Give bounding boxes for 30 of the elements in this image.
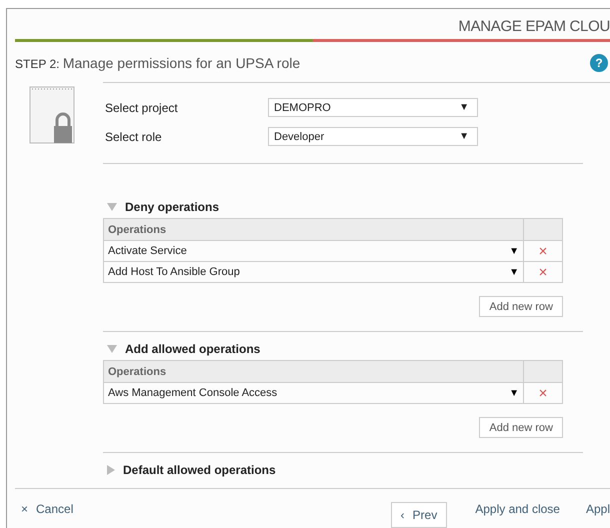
select-field[interactable]: Developer ▼ xyxy=(268,127,478,146)
add-row-button[interactable]: Add new row xyxy=(479,417,563,438)
section-title[interactable]: Add allowed operations xyxy=(125,342,260,356)
expand-icon[interactable] xyxy=(107,465,115,475)
column-header: Operations xyxy=(104,218,524,240)
add-row-button[interactable]: Add new row xyxy=(479,296,563,317)
remove-icon[interactable]: × xyxy=(538,242,548,260)
apply-and-close-link[interactable]: Apply and close xyxy=(475,502,560,516)
operation-select[interactable]: Add Host To Ansible Group ▼ xyxy=(104,262,524,282)
dropdown-arrow-icon: ▼ xyxy=(509,246,519,256)
prev-button[interactable]: ‹ Prev xyxy=(390,502,448,528)
dropdown-arrow-icon: ▼ xyxy=(509,388,519,398)
operation-select[interactable]: Aws Management Console Access ▼ xyxy=(104,382,524,404)
dropdown-arrow-icon: ▼ xyxy=(459,131,469,142)
step-title: STEP 2: Manage permissions for an UPSA role xyxy=(15,55,300,71)
section-title[interactable]: Default allowed operations xyxy=(123,463,276,477)
help-icon[interactable]: ? xyxy=(590,54,608,72)
remove-icon[interactable]: × xyxy=(538,264,548,280)
apply-link[interactable]: Appl xyxy=(586,502,610,516)
remove-icon[interactable]: × xyxy=(538,384,548,402)
field-label: Select role xyxy=(104,130,163,144)
cancel-link[interactable]: × Cancel xyxy=(21,502,74,516)
dropdown-arrow-icon: ▼ xyxy=(509,266,519,278)
dropdown-arrow-icon: ▼ xyxy=(459,102,469,113)
field-label: Select project xyxy=(104,100,179,114)
section-title[interactable]: Deny operations xyxy=(125,200,220,214)
column-header: Operations xyxy=(104,360,524,382)
operation-select[interactable]: Activate Service ▼ xyxy=(104,240,524,262)
window-title: MANAGE EPAM CLOU xyxy=(458,18,610,35)
select-field[interactable]: DEMOPRO ▼ xyxy=(268,98,478,117)
